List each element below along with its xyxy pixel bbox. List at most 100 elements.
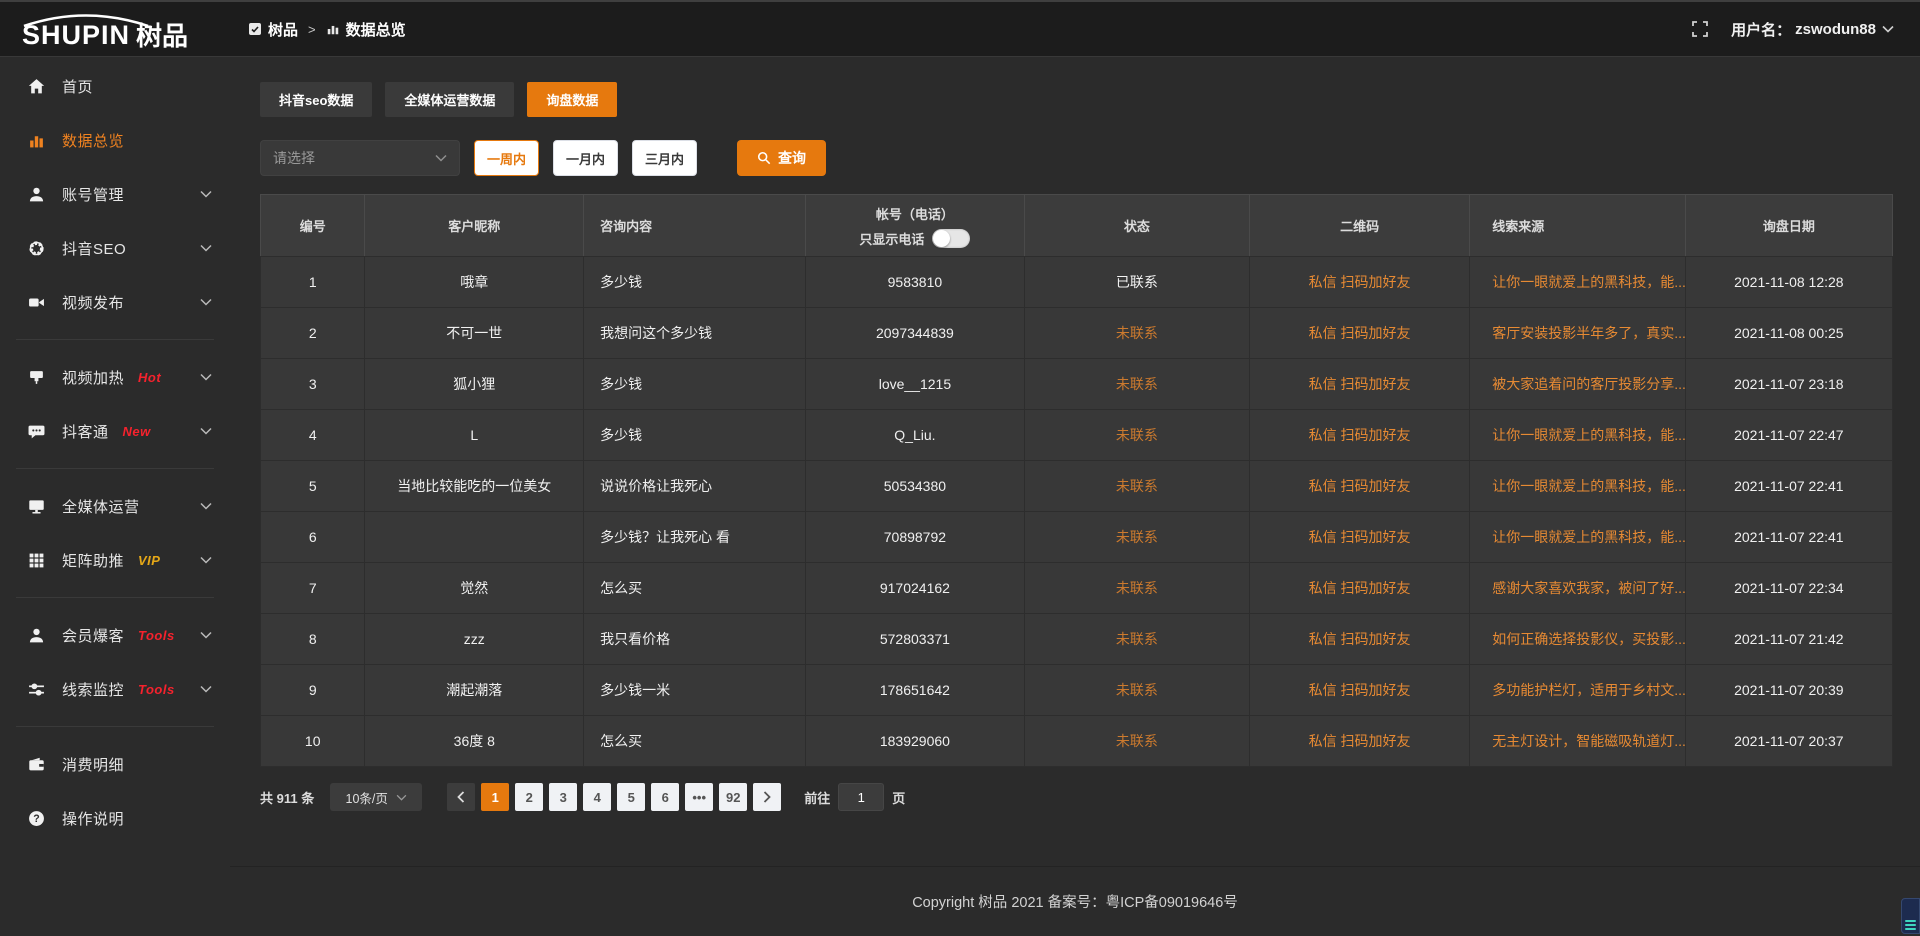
- sidebar-item-操作说明[interactable]: ? 操作说明: [0, 791, 230, 845]
- grid-icon: [28, 552, 45, 569]
- sidebar-item-全媒体运营[interactable]: 全媒体运营: [0, 479, 230, 533]
- cell-qrcode-link[interactable]: 私信 扫码加好友: [1249, 512, 1469, 563]
- search-button[interactable]: 查询: [737, 140, 826, 176]
- cell-qrcode-link[interactable]: 私信 扫码加好友: [1249, 359, 1469, 410]
- cell-status: 未联系: [1024, 563, 1249, 614]
- sidebar-item-视频发布[interactable]: 视频发布: [0, 275, 230, 329]
- period-一周内[interactable]: 一周内: [474, 140, 539, 176]
- breadcrumb-home[interactable]: 树品: [248, 19, 298, 40]
- cell-source-link[interactable]: 感谢大家喜欢我家，被问了好...: [1470, 563, 1685, 614]
- cell-nickname: 哦章: [365, 257, 584, 308]
- sidebar-item-抖客通[interactable]: 抖客通 New: [0, 404, 230, 458]
- page-size-select[interactable]: 10条/页: [330, 783, 422, 811]
- top-bar: SHUPIN 树品 树品 > 数据总览 用户名： zswodun88: [0, 0, 1920, 57]
- cell-status: 已联系: [1024, 257, 1249, 308]
- cell-source-link[interactable]: 让你一眼就爱上的黑科技，能...: [1470, 512, 1685, 563]
- member-icon: [28, 627, 45, 644]
- header-source: 线索来源: [1470, 195, 1685, 257]
- page-4-button[interactable]: 4: [583, 783, 611, 811]
- cell-source-link[interactable]: 多功能护栏灯，适用于乡村文...: [1470, 665, 1685, 716]
- cell-source-link[interactable]: 客厅安装投影半年多了，真实...: [1470, 308, 1685, 359]
- account-select[interactable]: 请选择: [260, 140, 460, 176]
- cell-content: 我只看价格: [584, 614, 806, 665]
- select-placeholder: 请选择: [273, 148, 315, 168]
- page-6-button[interactable]: 6: [651, 783, 679, 811]
- cell-qrcode-link[interactable]: 私信 扫码加好友: [1249, 614, 1469, 665]
- sidebar-item-视频加热[interactable]: 视频加热 Hot: [0, 350, 230, 404]
- period-三月内[interactable]: 三月内: [632, 140, 697, 176]
- breadcrumb-current: 数据总览: [326, 19, 406, 40]
- cell-id: 2: [261, 308, 365, 359]
- cell-source-link[interactable]: 让你一眼就爱上的黑科技，能...: [1470, 410, 1685, 461]
- page-2-button[interactable]: 2: [515, 783, 543, 811]
- username-label: 用户名：: [1731, 19, 1791, 40]
- fullscreen-icon[interactable]: [1691, 20, 1709, 38]
- cell-content: 多少钱: [584, 410, 806, 461]
- page-ellipsis-button[interactable]: •••: [685, 783, 713, 811]
- sidebar-item-数据总览[interactable]: 数据总览: [0, 113, 230, 167]
- sidebar-item-会员爆客[interactable]: 会员爆客 Tools: [0, 608, 230, 662]
- chevron-down-icon: [435, 154, 447, 162]
- cell-id: 10: [261, 716, 365, 767]
- prev-page-button[interactable]: [447, 783, 475, 811]
- goto-label: 前往: [804, 788, 830, 807]
- pagination-total: 共 911 条: [260, 788, 314, 807]
- sidebar-divider: [16, 726, 214, 727]
- sidebar-item-抖音SEO[interactable]: 抖音SEO: [0, 221, 230, 275]
- username-value: zswodun88: [1795, 21, 1876, 38]
- cell-id: 5: [261, 461, 365, 512]
- cell-date: 2021-11-07 21:42: [1685, 614, 1892, 665]
- page-5-button[interactable]: 5: [617, 783, 645, 811]
- cell-date: 2021-11-07 22:34: [1685, 563, 1892, 614]
- cell-qrcode-link[interactable]: 私信 扫码加好友: [1249, 410, 1469, 461]
- sidebar-badge: New: [123, 424, 151, 439]
- tab-询盘数据[interactable]: 询盘数据: [527, 82, 617, 117]
- sidebar-item-首页[interactable]: 首页: [0, 59, 230, 113]
- header-id: 编号: [261, 195, 365, 257]
- cell-source-link[interactable]: 让你一眼就爱上的黑科技，能...: [1470, 257, 1685, 308]
- pagination: 共 911 条 10条/页 123456•••92 前往 页: [260, 783, 1893, 811]
- cell-nickname: 不可一世: [365, 308, 584, 359]
- page-3-button[interactable]: 3: [549, 783, 577, 811]
- cell-nickname: 36度 8: [365, 716, 584, 767]
- cell-id: 3: [261, 359, 365, 410]
- cell-qrcode-link[interactable]: 私信 扫码加好友: [1249, 461, 1469, 512]
- copyright-text: Copyright 树品 2021 备案号：粤ICP备09019646号: [912, 891, 1238, 912]
- cell-nickname: 潮起潮落: [365, 665, 584, 716]
- tab-全媒体运营数据[interactable]: 全媒体运营数据: [385, 82, 514, 117]
- cell-source-link[interactable]: 如何正确选择投影仪，买投影...: [1470, 614, 1685, 665]
- user-menu[interactable]: 用户名： zswodun88: [1731, 19, 1894, 40]
- cell-source-link[interactable]: 被大家追着问的客厅投影分享...: [1470, 359, 1685, 410]
- header-qrcode: 二维码: [1249, 195, 1469, 257]
- sidebar: 首页 数据总览 账号管理 抖音SEO 视频发布 视频加热 H: [0, 57, 230, 936]
- floating-widget[interactable]: [1901, 898, 1920, 934]
- cell-source-link[interactable]: 让你一眼就爱上的黑科技，能...: [1470, 461, 1685, 512]
- sidebar-item-矩阵助推[interactable]: 矩阵助推 VIP: [0, 533, 230, 587]
- screen-icon: [28, 369, 45, 386]
- cell-status: 未联系: [1024, 614, 1249, 665]
- table-row: 10 36度 8 怎么买 183929060 未联系 私信 扫码加好友 无主灯设…: [261, 716, 1893, 767]
- header-status: 状态: [1024, 195, 1249, 257]
- sidebar-item-线索监控[interactable]: 线索监控 Tools: [0, 662, 230, 716]
- cell-qrcode-link[interactable]: 私信 扫码加好友: [1249, 563, 1469, 614]
- goto-page-input[interactable]: [838, 783, 884, 811]
- next-page-button[interactable]: [753, 783, 781, 811]
- sidebar-item-账号管理[interactable]: 账号管理: [0, 167, 230, 221]
- page-92-button[interactable]: 92: [719, 783, 747, 811]
- cell-qrcode-link[interactable]: 私信 扫码加好友: [1249, 257, 1469, 308]
- period-一月内[interactable]: 一月内: [553, 140, 618, 176]
- sidebar-item-消费明细[interactable]: 消费明细: [0, 737, 230, 791]
- phone-only-toggle[interactable]: [932, 229, 970, 248]
- cell-status: 未联系: [1024, 665, 1249, 716]
- chevron-down-icon: [200, 502, 212, 510]
- inquiry-table: 编号 客户昵称 咨询内容 帐号（电话） 只显示电话 状态 二维码 线索来源 询盘…: [260, 194, 1893, 767]
- tab-抖音seo数据[interactable]: 抖音seo数据: [260, 82, 372, 117]
- page-1-button[interactable]: 1: [481, 783, 509, 811]
- cell-qrcode-link[interactable]: 私信 扫码加好友: [1249, 716, 1469, 767]
- cell-source-link[interactable]: 无主灯设计，智能磁吸轨道灯...: [1470, 716, 1685, 767]
- cell-qrcode-link[interactable]: 私信 扫码加好友: [1249, 308, 1469, 359]
- cell-content: 多少钱一米: [584, 665, 806, 716]
- cell-qrcode-link[interactable]: 私信 扫码加好友: [1249, 665, 1469, 716]
- cell-status: 未联系: [1024, 512, 1249, 563]
- video-camera-icon: [28, 294, 45, 311]
